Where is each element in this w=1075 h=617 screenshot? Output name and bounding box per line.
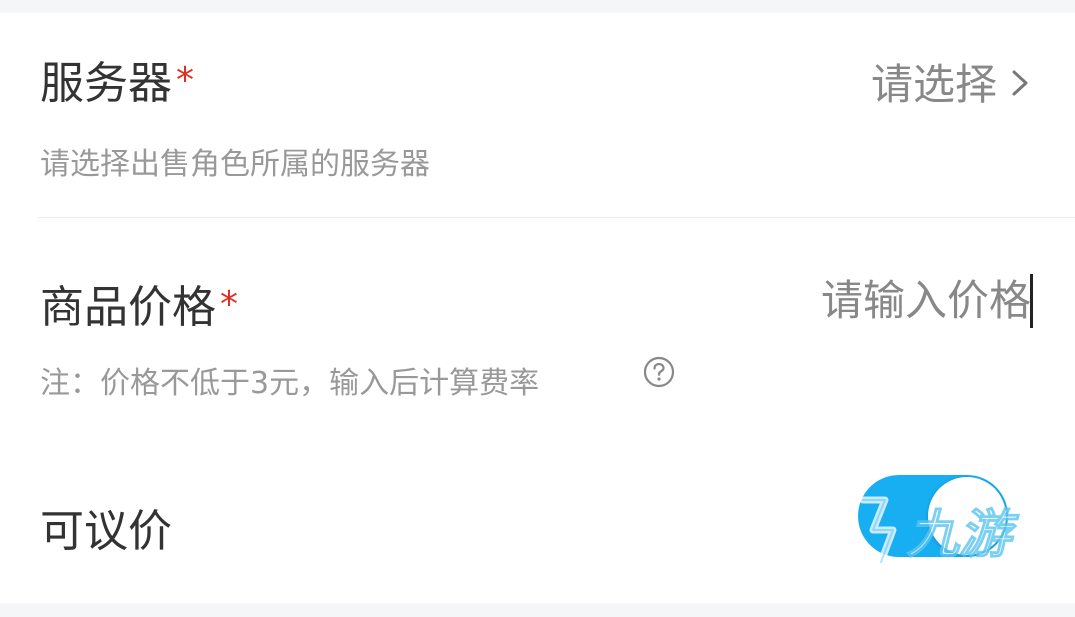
required-mark: *	[220, 284, 238, 325]
negotiable-label: 可议价	[40, 506, 172, 557]
price-input[interactable]	[691, 272, 1031, 328]
price-label-text: 商品价格	[40, 282, 216, 333]
divider	[38, 217, 1075, 218]
negotiable-toggle[interactable]	[858, 475, 1008, 557]
server-label-text: 服务器	[40, 58, 172, 109]
question-circle-icon[interactable]	[643, 356, 675, 388]
server-select-value[interactable]: 请选择	[871, 64, 997, 106]
price-hint: 注：价格不低于3元，输入后计算费率	[40, 366, 540, 401]
required-mark: *	[176, 60, 194, 101]
toggle-knob[interactable]	[928, 477, 1006, 555]
chevron-right-icon[interactable]	[1007, 70, 1033, 96]
server-label: 服务器 *	[40, 62, 194, 106]
sell-role-form-page: 服务器* 请选择 请选择出售角色所属的服务器 商品价格* 注：价格不低于3元，输…	[0, 0, 1075, 617]
price-label: 商品价格 *	[40, 286, 238, 330]
text-caret	[1030, 274, 1033, 328]
server-hint: 请选择出售角色所属的服务器	[40, 147, 430, 182]
